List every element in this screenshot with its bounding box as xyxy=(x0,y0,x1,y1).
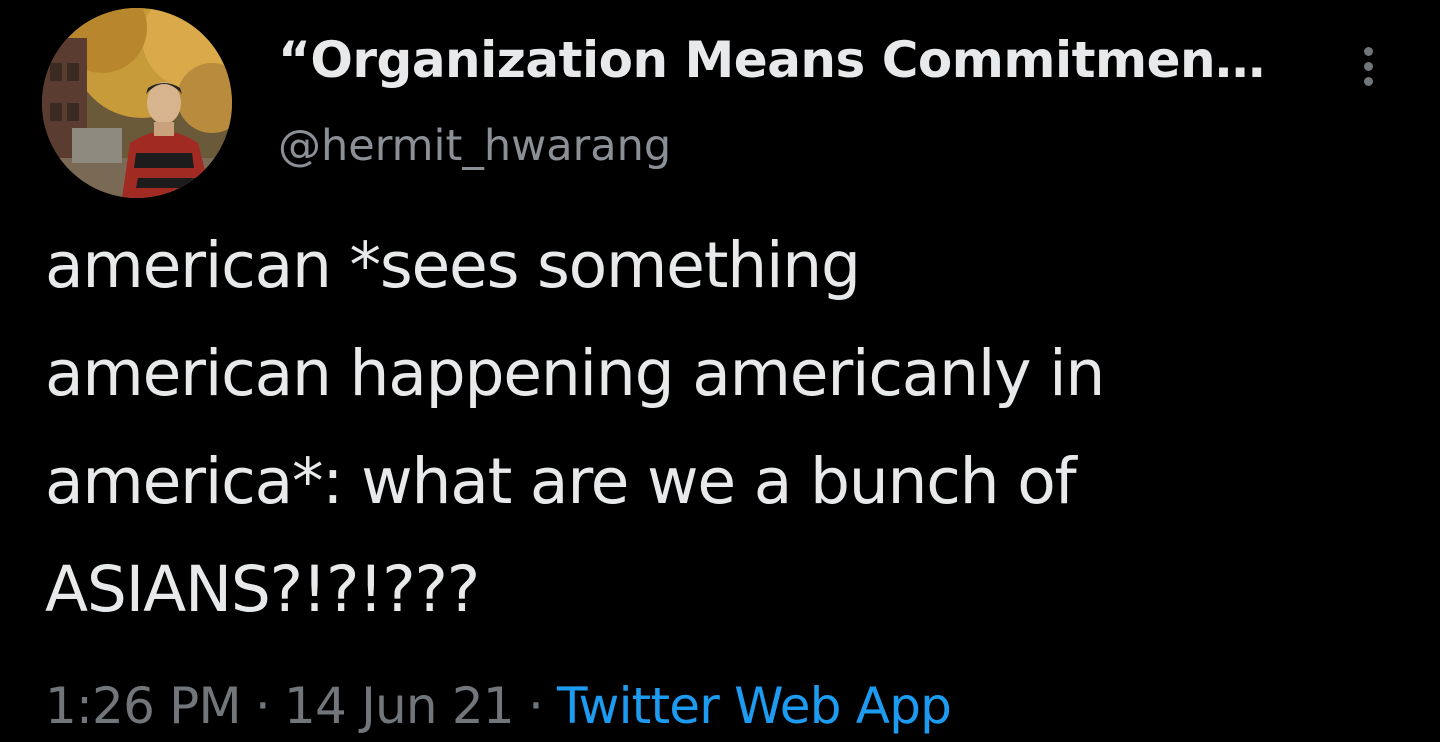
vertical-ellipsis-icon xyxy=(1363,61,1373,71)
tweet-metadata: 1:26 PM · 14 Jun 21 · Twitter Web App xyxy=(45,672,952,740)
author-handle[interactable]: @hermit_hwarang xyxy=(278,116,671,176)
separator-dot: · xyxy=(254,677,271,735)
tweet-date[interactable]: 14 Jun 21 xyxy=(284,677,515,735)
tweet-source-link[interactable]: Twitter Web App xyxy=(557,677,952,735)
avatar-photo xyxy=(42,8,232,198)
more-options-button[interactable] xyxy=(1340,38,1396,94)
tweet-text: american *sees something american happen… xyxy=(45,212,1415,644)
tweet-text-line: american happening americanly in xyxy=(45,337,1105,410)
author-display-name[interactable]: “Organization Means Commitmen… xyxy=(278,27,1265,93)
tweet-text-line: ASIANS?!?!??? xyxy=(45,553,480,626)
separator-dot: · xyxy=(527,677,544,735)
tweet-card: “Organization Means Commitmen… @hermit_h… xyxy=(0,0,1440,742)
avatar[interactable] xyxy=(42,8,232,198)
tweet-text-line: american *sees something xyxy=(45,229,861,302)
vertical-ellipsis-icon xyxy=(1363,46,1373,56)
tweet-text-line: america*: what are we a bunch of xyxy=(45,445,1077,518)
tweet-time[interactable]: 1:26 PM xyxy=(45,677,242,735)
vertical-ellipsis-icon xyxy=(1363,76,1373,86)
